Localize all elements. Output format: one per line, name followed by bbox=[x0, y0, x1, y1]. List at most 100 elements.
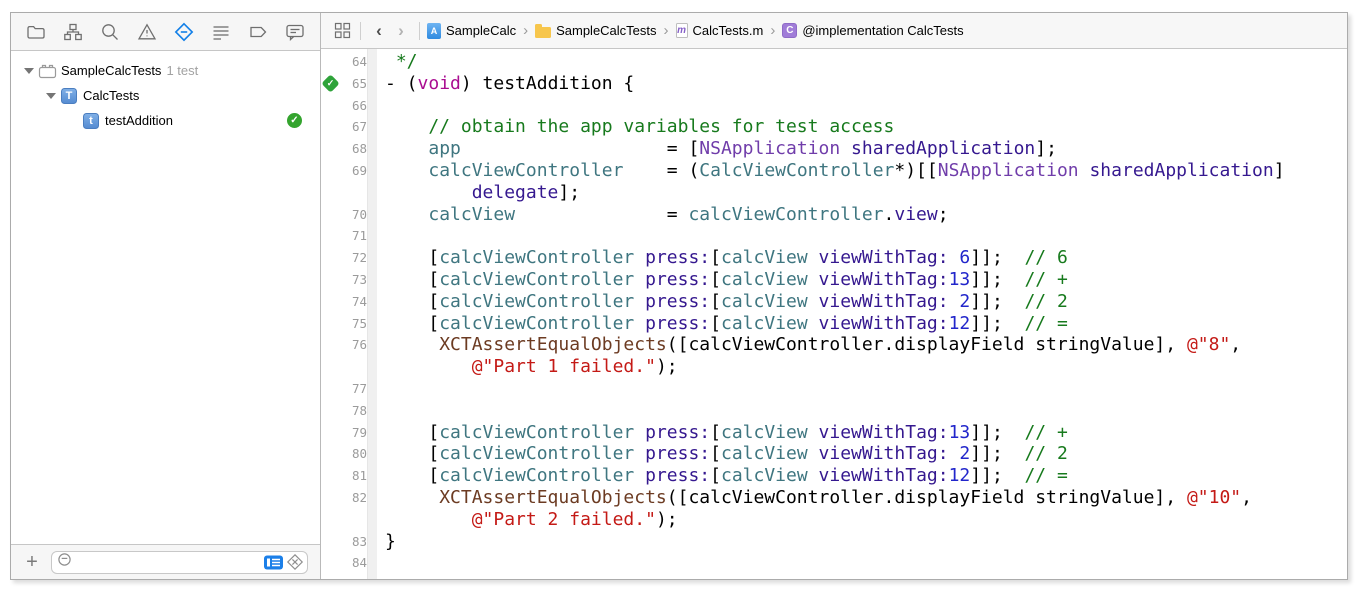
gutter-gap bbox=[367, 182, 385, 204]
code-line-text[interactable]: [calcViewController press:[calcView view… bbox=[385, 443, 1068, 465]
code-line-text[interactable]: app = [NSApplication sharedApplication]; bbox=[385, 138, 1057, 160]
line-number[interactable]: 69 bbox=[341, 160, 367, 182]
line-number[interactable]: 67 bbox=[341, 116, 367, 138]
code-line-text[interactable]: @"Part 1 failed."); bbox=[385, 356, 678, 378]
code-line[interactable]: @"Part 1 failed."); bbox=[321, 356, 1347, 378]
line-number[interactable] bbox=[341, 356, 367, 378]
line-number[interactable]: 80 bbox=[341, 443, 367, 465]
code-line-text[interactable]: [calcViewController press:[calcView view… bbox=[385, 313, 1068, 335]
line-number[interactable]: 81 bbox=[341, 465, 367, 487]
code-line[interactable]: 77 bbox=[321, 378, 1347, 400]
disclosure-triangle-icon[interactable] bbox=[43, 93, 59, 99]
code-line-text[interactable]: - (void) testAddition { bbox=[385, 73, 634, 95]
line-number[interactable]: 72 bbox=[341, 247, 367, 269]
debug-navigator-icon[interactable] bbox=[211, 22, 231, 42]
line-number[interactable]: 83 bbox=[341, 531, 367, 553]
line-number[interactable] bbox=[341, 182, 367, 204]
code-line[interactable]: 85 bbox=[321, 574, 1347, 579]
code-line-text[interactable]: // obtain the app variables for test acc… bbox=[385, 116, 894, 138]
line-number[interactable]: 77 bbox=[341, 378, 367, 400]
code-line-text[interactable]: calcView = calcViewController.view; bbox=[385, 204, 949, 226]
line-number[interactable]: 64 bbox=[341, 51, 367, 73]
code-line-text[interactable]: [calcViewController press:[calcView view… bbox=[385, 247, 1068, 269]
line-number[interactable]: 82 bbox=[341, 487, 367, 509]
code-line[interactable]: delegate]; bbox=[321, 182, 1347, 204]
code-line-text[interactable]: XCTAssertEqualObjects([calcViewControlle… bbox=[385, 487, 1252, 509]
code-line[interactable]: 82 XCTAssertEqualObjects([calcViewContro… bbox=[321, 487, 1347, 509]
code-line[interactable]: 83} bbox=[321, 531, 1347, 553]
code-line[interactable]: @"Part 2 failed."); bbox=[321, 509, 1347, 531]
tree-row-SampleCalcTests[interactable]: SampleCalcTests1 test bbox=[11, 58, 320, 83]
code-line-text[interactable]: calcViewController = (CalcViewController… bbox=[385, 160, 1285, 182]
code-line[interactable]: 81 [calcViewController press:[calcView v… bbox=[321, 465, 1347, 487]
code-line-text[interactable]: @"Part 2 failed."); bbox=[385, 509, 678, 531]
code-line[interactable]: 64 */ bbox=[321, 51, 1347, 73]
code-area[interactable]: 64 */✓65- (void) testAddition {6667 // o… bbox=[321, 49, 1347, 579]
project-navigator-icon[interactable] bbox=[26, 22, 46, 42]
tree-row-CalcTests[interactable]: TCalcTests bbox=[11, 83, 320, 108]
code-line-text[interactable]: delegate]; bbox=[385, 182, 580, 204]
line-number[interactable]: 65 bbox=[341, 73, 367, 95]
code-line[interactable]: 71 bbox=[321, 225, 1347, 247]
test-navigator-icon[interactable] bbox=[174, 22, 194, 42]
code-line[interactable]: 80 [calcViewController press:[calcView v… bbox=[321, 443, 1347, 465]
breadcrumb-item[interactable]: mCalcTests.m bbox=[676, 23, 764, 38]
objc-file-icon: m bbox=[676, 23, 688, 38]
test-passed-icon[interactable]: ✓ bbox=[287, 113, 302, 128]
code-line[interactable]: 73 [calcViewController press:[calcView v… bbox=[321, 269, 1347, 291]
code-line-text[interactable]: [calcViewController press:[calcView view… bbox=[385, 269, 1068, 291]
line-number[interactable]: 76 bbox=[341, 334, 367, 356]
line-number[interactable]: 68 bbox=[341, 138, 367, 160]
line-number[interactable]: 75 bbox=[341, 313, 367, 335]
line-number[interactable]: 84 bbox=[341, 552, 367, 574]
line-number[interactable]: 73 bbox=[341, 269, 367, 291]
test-count-label: 1 test bbox=[166, 63, 198, 78]
line-number[interactable] bbox=[341, 509, 367, 531]
failed-tests-filter-toggle-icon[interactable] bbox=[286, 553, 304, 571]
line-number[interactable]: 79 bbox=[341, 422, 367, 444]
line-number[interactable]: 85 bbox=[341, 574, 367, 579]
code-line[interactable]: ✓65 - (void) testAddition { bbox=[321, 73, 1347, 95]
line-number[interactable]: 71 bbox=[341, 225, 367, 247]
line-number[interactable]: 78 bbox=[341, 400, 367, 422]
report-navigator-icon[interactable] bbox=[285, 22, 305, 42]
disclosure-triangle-icon[interactable] bbox=[21, 68, 37, 74]
line-number[interactable]: 66 bbox=[341, 95, 367, 117]
tree-row-testAddition[interactable]: ttestAddition✓ bbox=[11, 108, 320, 133]
code-line-text[interactable]: [calcViewController press:[calcView view… bbox=[385, 291, 1068, 313]
code-line[interactable]: 75 [calcViewController press:[calcView v… bbox=[321, 313, 1347, 335]
code-line[interactable]: 68 app = [NSApplication sharedApplicatio… bbox=[321, 138, 1347, 160]
code-line[interactable]: 84 bbox=[321, 552, 1347, 574]
breakpoint-navigator-icon[interactable] bbox=[248, 22, 268, 42]
breadcrumb-item[interactable]: ASampleCalc bbox=[427, 23, 516, 39]
symbol-navigator-icon[interactable] bbox=[63, 22, 83, 42]
breadcrumb-item[interactable]: SampleCalcTests bbox=[535, 23, 656, 38]
test-passed-badge-icon[interactable]: ✓ bbox=[321, 73, 341, 95]
code-line-text[interactable]: XCTAssertEqualObjects([calcViewControlle… bbox=[385, 334, 1241, 356]
scheme-filter-toggle-icon[interactable] bbox=[263, 554, 284, 571]
code-line[interactable]: 66 bbox=[321, 95, 1347, 117]
line-number[interactable]: 70 bbox=[341, 204, 367, 226]
code-line[interactable]: 72 [calcViewController press:[calcView v… bbox=[321, 247, 1347, 269]
code-line[interactable]: 70 calcView = calcViewController.view; bbox=[321, 204, 1347, 226]
code-line-text[interactable]: } bbox=[385, 531, 396, 553]
find-navigator-icon[interactable] bbox=[100, 22, 120, 42]
add-test-button[interactable]: + bbox=[19, 551, 45, 574]
filter-input[interactable] bbox=[76, 555, 261, 569]
line-number[interactable]: 74 bbox=[341, 291, 367, 313]
issue-navigator-icon[interactable] bbox=[137, 22, 157, 42]
code-line[interactable]: 69 calcViewController = (CalcViewControl… bbox=[321, 160, 1347, 182]
code-line-text[interactable]: [calcViewController press:[calcView view… bbox=[385, 465, 1068, 487]
back-button[interactable]: ‹ bbox=[368, 21, 390, 41]
code-line[interactable]: 78 bbox=[321, 400, 1347, 422]
code-line[interactable]: 79 [calcViewController press:[calcView v… bbox=[321, 422, 1347, 444]
forward-button[interactable]: › bbox=[390, 21, 412, 41]
breadcrumb-item[interactable]: C@implementation CalcTests bbox=[782, 23, 963, 38]
code-line[interactable]: 74 [calcViewController press:[calcView v… bbox=[321, 291, 1347, 313]
code-line-text[interactable]: [calcViewController press:[calcView view… bbox=[385, 422, 1068, 444]
related-items-icon[interactable] bbox=[331, 21, 353, 41]
code-line-text[interactable]: */ bbox=[385, 51, 418, 73]
filter-field[interactable] bbox=[51, 551, 308, 574]
code-line[interactable]: 67 // obtain the app variables for test … bbox=[321, 116, 1347, 138]
code-line[interactable]: 76 XCTAssertEqualObjects([calcViewContro… bbox=[321, 334, 1347, 356]
